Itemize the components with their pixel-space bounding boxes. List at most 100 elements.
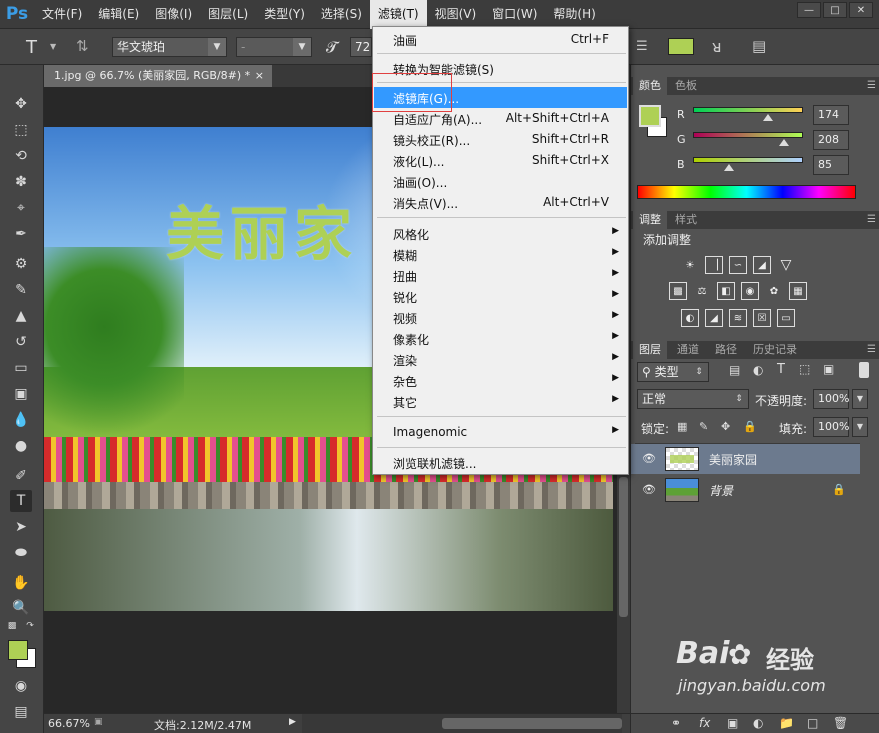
black-white-icon[interactable]: ◧: [717, 282, 735, 300]
healing-brush-tool-icon[interactable]: ⚙: [10, 253, 32, 275]
panel-menu-icon[interactable]: ☰: [867, 214, 876, 225]
menu-item-pixelate[interactable]: 像素化 ▶: [374, 328, 627, 349]
dodge-tool-icon[interactable]: ●: [10, 435, 32, 457]
brightness-contrast-icon[interactable]: ☀: [681, 256, 699, 274]
foreground-color-swatch[interactable]: [8, 640, 28, 660]
tab-adjustments[interactable]: 调整: [633, 211, 667, 229]
screen-mode-icon[interactable]: ▤: [10, 701, 32, 723]
character-panel-icon[interactable]: ▤: [752, 37, 766, 55]
lock-position-icon[interactable]: ✥: [721, 420, 730, 433]
menu-item-browse-online-filters[interactable]: 浏览联机滤镜...: [374, 452, 627, 473]
lock-all-icon[interactable]: 🔒: [743, 420, 757, 433]
gradient-tool-icon[interactable]: ▣: [10, 383, 32, 405]
pen-tool-icon[interactable]: ✐: [10, 465, 32, 487]
lock-transparent-icon[interactable]: ▦: [677, 420, 687, 433]
menu-type[interactable]: 类型(Y): [256, 0, 313, 29]
crop-tool-icon[interactable]: ⌖: [10, 197, 32, 219]
color-lookup-icon[interactable]: ▦: [789, 282, 807, 300]
menu-item-sharpen[interactable]: 锐化 ▶: [374, 286, 627, 307]
blue-slider[interactable]: [693, 157, 803, 163]
zoom-level[interactable]: 66.67%: [48, 717, 90, 730]
eraser-tool-icon[interactable]: ▭: [10, 357, 32, 379]
curves-icon[interactable]: ∽: [729, 256, 747, 274]
lasso-tool-icon[interactable]: ⟲: [10, 145, 32, 167]
red-slider[interactable]: [693, 107, 803, 113]
move-tool-icon[interactable]: ✥: [10, 93, 32, 115]
close-tab-icon[interactable]: ×: [255, 65, 264, 87]
tab-history[interactable]: 历史记录: [747, 341, 803, 359]
tab-swatches[interactable]: 色板: [669, 77, 703, 95]
blue-value-field[interactable]: 85: [813, 155, 849, 175]
green-slider-knob[interactable]: [779, 139, 789, 146]
tab-layers[interactable]: 图层: [633, 341, 667, 359]
menu-item-blur[interactable]: 模糊 ▶: [374, 244, 627, 265]
menu-file[interactable]: 文件(F): [34, 0, 90, 29]
threshold-icon[interactable]: ≋: [729, 309, 747, 327]
posterize-icon[interactable]: ◢: [705, 309, 723, 327]
layer-filter-select[interactable]: ⚲ 类型 ⇕: [637, 362, 709, 382]
foreground-color-swatch[interactable]: [639, 105, 661, 127]
font-style-select[interactable]: - ▼: [236, 37, 312, 57]
type-tool-icon[interactable]: T: [10, 490, 32, 512]
exposure-icon[interactable]: ◢: [753, 256, 771, 274]
link-layers-icon[interactable]: ⚭: [671, 716, 681, 730]
menu-item-vanishing-point[interactable]: 消失点(V)... Alt+Ctrl+V: [374, 192, 627, 213]
panel-menu-icon[interactable]: ☰: [867, 80, 876, 91]
menu-item-imagenomic[interactable]: Imagenomic ▶: [374, 422, 627, 443]
gradient-map-icon[interactable]: ▭: [777, 309, 795, 327]
swap-colors-icon[interactable]: ↷: [24, 620, 36, 632]
layer-row-selected[interactable]: 👁 美丽家园: [631, 444, 860, 474]
tab-color[interactable]: 颜色: [633, 77, 667, 95]
filter-toggle-switch[interactable]: [859, 362, 869, 378]
red-value-field[interactable]: 174: [813, 105, 849, 125]
panel-menu-icon[interactable]: ☰: [867, 344, 876, 355]
menu-item-last-filter[interactable]: 油画 Ctrl+F: [374, 29, 627, 50]
tab-channels[interactable]: 通道: [671, 341, 705, 359]
green-slider[interactable]: [693, 132, 803, 138]
visibility-eye-icon[interactable]: 👁: [642, 452, 656, 465]
blue-slider-knob[interactable]: [724, 164, 734, 171]
menu-item-oil-paint[interactable]: 油画(O)...: [374, 171, 627, 192]
menu-view[interactable]: 视图(V): [427, 0, 485, 29]
menu-select[interactable]: 选择(S): [313, 0, 370, 29]
type-tool-icon[interactable]: T: [26, 37, 37, 58]
menu-item-distort[interactable]: 扭曲 ▶: [374, 265, 627, 286]
menu-item-other[interactable]: 其它 ▶: [374, 391, 627, 412]
new-group-icon[interactable]: 📁: [779, 716, 794, 730]
ellipse-tool-icon[interactable]: ⬬: [10, 542, 32, 564]
quick-select-tool-icon[interactable]: ✽: [10, 171, 32, 193]
status-info-icon[interactable]: ▣: [94, 717, 103, 727]
font-size-field[interactable]: 72: [350, 37, 372, 57]
new-layer-icon[interactable]: □: [807, 716, 818, 730]
filter-shape-icon[interactable]: ⬚: [799, 362, 810, 376]
filter-type-icon[interactable]: T: [777, 362, 785, 377]
menu-image[interactable]: 图像(I): [147, 0, 200, 29]
tool-preset-arrow-icon[interactable]: ▼: [50, 42, 56, 51]
red-slider-knob[interactable]: [763, 114, 773, 121]
layer-row[interactable]: 👁 背景 🔒: [631, 475, 860, 505]
minimize-icon[interactable]: —: [797, 2, 821, 18]
eyedropper-tool-icon[interactable]: ✒: [10, 223, 32, 245]
maximize-icon[interactable]: □: [823, 2, 847, 18]
clone-stamp-tool-icon[interactable]: ▲: [10, 305, 32, 327]
marquee-tool-icon[interactable]: ⬚: [10, 119, 32, 141]
status-menu-arrow-icon[interactable]: ▶: [289, 717, 296, 727]
color-balance-icon[interactable]: ⚖: [693, 282, 711, 300]
tab-styles[interactable]: 样式: [669, 211, 703, 229]
add-mask-icon[interactable]: ▣: [727, 716, 738, 730]
opacity-field[interactable]: 100%: [813, 389, 849, 409]
fill-field[interactable]: 100%: [813, 417, 849, 437]
history-brush-tool-icon[interactable]: ↺: [10, 331, 32, 353]
menu-item-stylize[interactable]: 风格化 ▶: [374, 223, 627, 244]
align-right-icon[interactable]: ☰: [636, 39, 648, 54]
menu-help[interactable]: 帮助(H): [545, 0, 603, 29]
document-tab[interactable]: 1.jpg @ 66.7% (美丽家园, RGB/8#) * ×: [44, 65, 272, 87]
menu-edit[interactable]: 编辑(E): [90, 0, 147, 29]
menu-window[interactable]: 窗口(W): [484, 0, 545, 29]
warp-text-icon[interactable]: ᴚ: [712, 37, 722, 56]
menu-item-render[interactable]: 渲染 ▶: [374, 349, 627, 370]
lock-image-icon[interactable]: ✎: [699, 420, 708, 433]
default-colors-icon[interactable]: ▩: [6, 620, 18, 632]
hue-saturation-icon[interactable]: ▩: [669, 282, 687, 300]
photo-filter-icon[interactable]: ◉: [741, 282, 759, 300]
